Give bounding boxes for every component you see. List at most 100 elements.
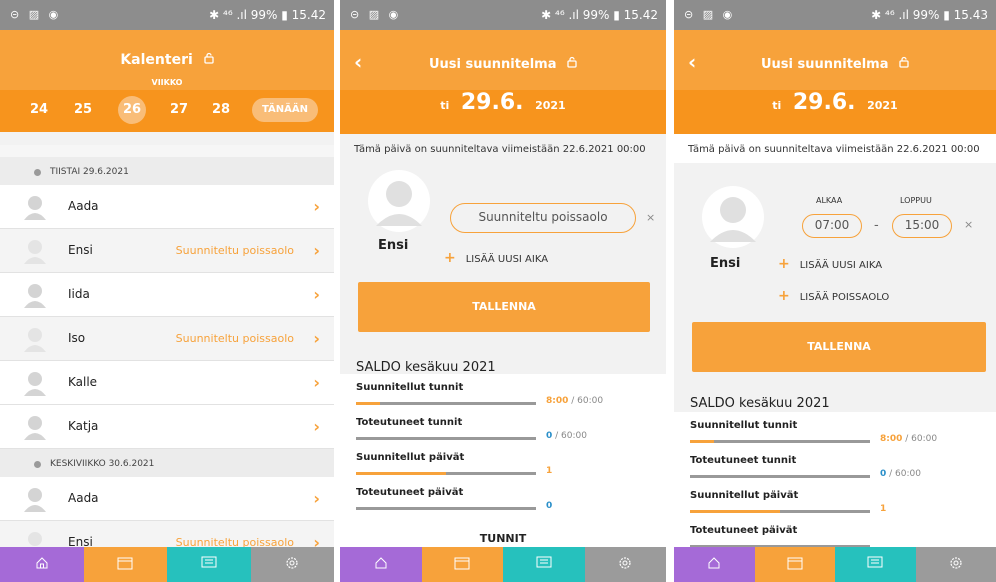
- gear-icon: [284, 555, 300, 575]
- tab-home[interactable]: [340, 547, 422, 582]
- list-item[interactable]: Kalle ›: [0, 361, 334, 405]
- metric-label: Suunnitellut päivät: [690, 490, 799, 501]
- absence-pill[interactable]: Suunniteltu poissaolo: [450, 203, 636, 233]
- metric-planned-days: Suunnitellut päivät 1: [690, 490, 990, 514]
- metric-label: Suunnitellut tunnit: [690, 420, 798, 431]
- saldo-title: SALDO kesäkuu 2021: [356, 360, 496, 375]
- saldo-section: SALDO kesäkuu 2021 Suunnitellut tunnit 8…: [340, 360, 666, 549]
- status-icons-right: ✱ ⁴⁶ .ıl 99% ▮ 15.42: [209, 8, 326, 22]
- chevron-right-icon: ›: [313, 285, 320, 304]
- status-bar: ⊝ ▨ ◉ ✱ ⁴⁶ .ıl 99% ▮ 15.42: [340, 0, 666, 30]
- plan-screen-absence: ⊝ ▨ ◉ ✱ ⁴⁶ .ıl 99% ▮ 15.42 ‹ Uusi suunni…: [340, 0, 666, 582]
- tab-settings[interactable]: [915, 547, 996, 582]
- progress-fill: [356, 402, 380, 405]
- message-icon: [201, 555, 217, 574]
- save-button[interactable]: TALLENNA: [692, 322, 986, 372]
- week-25[interactable]: 25: [74, 102, 92, 117]
- week-24[interactable]: 24: [30, 102, 48, 117]
- week-26-selected[interactable]: 26: [118, 96, 146, 124]
- progress-bar: [690, 440, 870, 443]
- back-arrow-icon[interactable]: ‹: [354, 50, 362, 74]
- list-item[interactable]: Ensi Suunniteltu poissaolo ›: [0, 229, 334, 273]
- gear-icon: [617, 555, 633, 575]
- add-absence-label: LISÄÄ POISSAOLO: [799, 292, 890, 303]
- week-27[interactable]: 27: [170, 102, 188, 117]
- person-name: Kalle: [68, 375, 98, 389]
- home-icon: [35, 555, 49, 574]
- progress-bar: [356, 507, 536, 510]
- tab-home[interactable]: [674, 547, 755, 582]
- calendar-icon: [454, 555, 470, 574]
- deadline-text: Tämä päivä on suunniteltava viimeistään …: [354, 144, 646, 155]
- tab-messages[interactable]: [167, 547, 251, 582]
- add-time-button[interactable]: + LISÄÄ UUSI AIKA: [444, 250, 548, 266]
- metric-label: Toteutuneet tunnit: [690, 455, 797, 466]
- progress-bar: [690, 510, 870, 513]
- avatar-icon: [22, 486, 48, 512]
- date-bar: ti 29.6. 2021: [340, 90, 666, 134]
- save-button[interactable]: TALLENNA: [358, 282, 650, 332]
- metric-actual-days: Toteutuneet päivät: [690, 525, 990, 548]
- tab-calendar[interactable]: [421, 547, 503, 582]
- metric-label: Suunnitellut päivät: [356, 452, 465, 463]
- plus-icon: +: [444, 250, 456, 266]
- start-label: ALKAA: [816, 196, 843, 205]
- end-time-input[interactable]: 15:00: [892, 214, 952, 238]
- tab-settings[interactable]: [584, 547, 666, 582]
- progress-fill: [690, 510, 780, 513]
- metric-planned-days: Suunnitellut päivät 1: [356, 452, 656, 476]
- chevron-right-icon: ›: [313, 533, 320, 547]
- list-item[interactable]: Aada ›: [0, 477, 334, 521]
- calendar-icon: [117, 555, 133, 574]
- status-icons-left: ⊝ ▨ ◉: [684, 8, 736, 21]
- avatar-icon: [22, 530, 48, 547]
- metric-total: / 60:00: [889, 469, 921, 479]
- person-name: Aada: [68, 491, 99, 505]
- add-time-button[interactable]: + LISÄÄ UUSI AIKA: [778, 256, 882, 272]
- list-item[interactable]: Aada ›: [0, 185, 334, 229]
- status-icons-left: ⊝ ▨ ◉: [10, 8, 62, 21]
- tab-calendar[interactable]: [83, 547, 167, 582]
- status-bar: ⊝ ▨ ◉ ✱ ⁴⁶ .ıl 99% ▮ 15.42: [0, 0, 334, 30]
- week-28[interactable]: 28: [212, 102, 230, 117]
- tab-messages[interactable]: [503, 547, 585, 582]
- avatar-icon: [22, 238, 48, 264]
- list-item[interactable]: Katja ›: [0, 405, 334, 449]
- start-time-input[interactable]: 07:00: [802, 214, 862, 238]
- chevron-right-icon: ›: [313, 197, 320, 216]
- close-icon[interactable]: ×: [964, 218, 973, 231]
- close-icon[interactable]: ×: [646, 211, 655, 224]
- hours-heading: TUNNIT: [479, 532, 527, 545]
- metric-planned-hours: Suunnitellut tunnit 8:00 / 60:00: [356, 382, 656, 406]
- progress-bar: [356, 437, 536, 440]
- tab-home[interactable]: [0, 547, 84, 582]
- plan-header: ‹ Uusi suunnitelma: [340, 30, 666, 90]
- chevron-right-icon: ›: [313, 417, 320, 436]
- page-title: Uusi suunnitelma: [760, 57, 889, 72]
- back-arrow-icon[interactable]: ‹: [688, 50, 696, 74]
- avatar-icon: [22, 370, 48, 396]
- end-label: LOPPUU: [900, 196, 932, 205]
- list-item[interactable]: Iso Suunniteltu poissaolo ›: [0, 317, 334, 361]
- tab-calendar[interactable]: [754, 547, 835, 582]
- metric-value: 1: [880, 504, 886, 514]
- progress-bar: [690, 475, 870, 478]
- home-icon: [374, 555, 388, 574]
- week-selector: 24 25 26 27 28 TÄNÄÄN: [0, 90, 334, 132]
- add-time-label: LISÄÄ UUSI AIKA: [799, 260, 883, 271]
- tab-settings[interactable]: [250, 547, 334, 582]
- person-name: Ensi: [378, 238, 409, 253]
- lock-icon: [899, 56, 909, 72]
- add-absence-button[interactable]: + LISÄÄ POISSAOLO: [778, 288, 889, 304]
- weekday: ti: [440, 99, 450, 112]
- list-item[interactable]: Iida ›: [0, 273, 334, 317]
- progress-bar: [356, 472, 536, 475]
- day-list: TIISTAI 29.6.2021 Aada › Ensi Suunnitelt…: [0, 145, 334, 547]
- today-button[interactable]: TÄNÄÄN: [251, 98, 318, 122]
- metric-label: Toteutuneet päivät: [690, 525, 798, 536]
- chevron-right-icon: ›: [313, 373, 320, 392]
- tab-messages[interactable]: [835, 547, 916, 582]
- home-icon: [707, 555, 721, 574]
- list-item[interactable]: Ensi Suunniteltu poissaolo ›: [0, 521, 334, 547]
- year-value: 2021: [867, 99, 898, 112]
